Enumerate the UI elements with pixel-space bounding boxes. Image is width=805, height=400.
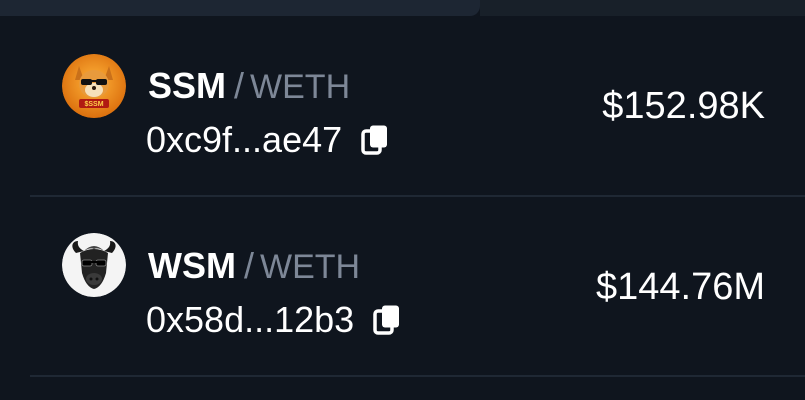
pair-value: $144.76M [595,266,765,308]
pair-separator: / [234,65,245,106]
copy-icon[interactable] [372,304,402,336]
address-text: 0xc9f...ae47 [146,119,343,160]
top-bar-right-segment [480,0,805,16]
quote-token-symbol: WETH [250,68,351,106]
ssm-logo-text: $SSM [84,101,103,108]
pair-row-ssm[interactable]: $SSM SSM / WETH 0xc9f...ae47 $152.98K [30,16,805,196]
pair-value: $152.98K [602,85,765,127]
quote-token-symbol: WETH [260,248,361,286]
pair-address: 0xc9f...ae47 [146,120,390,160]
row-divider [30,375,805,377]
pair-name: SSM / WETH [148,66,350,107]
base-token-symbol: SSM [148,65,227,106]
top-bar-left-segment [0,0,480,16]
address-text: 0x58d...12b3 [146,299,355,340]
top-bar [0,0,805,16]
wsm-bull-logo-icon [62,233,126,297]
pair-address: 0x58d...12b3 [146,300,402,340]
base-token-symbol: WSM [148,245,236,286]
pair-name: WSM / WETH [148,246,360,287]
pair-separator: / [243,245,254,286]
ssm-doge-logo-icon: $SSM [62,54,126,118]
copy-icon[interactable] [360,124,390,156]
pair-row-wsm[interactable]: WSM / WETH 0x58d...12b3 $144.76M [30,197,805,377]
